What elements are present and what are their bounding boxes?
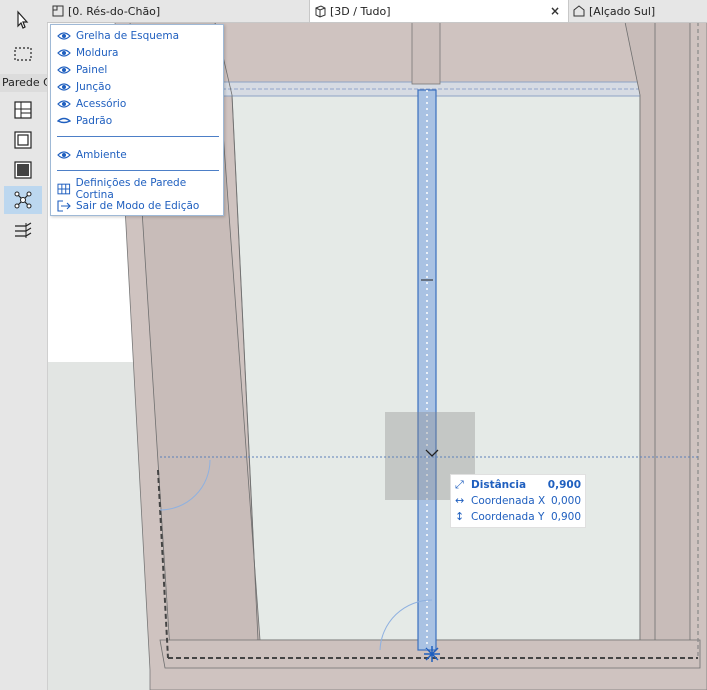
curtain-wall-settings-icon xyxy=(57,183,71,195)
tracker-y-label: Coordenada Y xyxy=(471,510,545,523)
menu-item-label: Acessório xyxy=(76,98,127,110)
menu-item-exit[interactable]: Sair de Modo de Edição xyxy=(57,198,199,214)
menu-item-label: Padrão xyxy=(76,115,113,127)
curtain-wall-scheme-icon[interactable] xyxy=(4,96,42,124)
display-options-menu: Grelha de Esquema Moldura Painel Junção … xyxy=(50,24,224,216)
tracker-x-row: ↔ Coordenada X 0,000 xyxy=(455,493,581,508)
menu-item-label: Grelha de Esquema xyxy=(76,30,180,42)
view-tab-bar: [0. Rés-do-Chão] [3D / Tudo] × [Alçado S… xyxy=(47,0,707,23)
toolbox-group-label: Parede Cortina xyxy=(0,74,47,92)
toolbox: Parede Cortina xyxy=(0,0,48,690)
junction-tool-icon[interactable] xyxy=(4,186,42,214)
eye-icon xyxy=(57,83,71,91)
tracker-x-value[interactable]: 0,000 xyxy=(551,495,581,507)
menu-item-accessory[interactable]: Acessório xyxy=(57,96,126,112)
marquee-tool-icon[interactable] xyxy=(4,40,42,68)
menu-divider xyxy=(57,170,219,171)
eye-icon xyxy=(57,32,71,40)
eye-icon xyxy=(57,66,71,74)
tracker-y-row: ↕ Coordenada Y 0,900 xyxy=(455,509,581,524)
tracker-x-label: Coordenada X xyxy=(471,494,546,507)
menu-item-panel[interactable]: Painel xyxy=(57,62,107,78)
tracker-panel: ⤢ Distância 0,900 ↔ Coordenada X 0,000 ↕… xyxy=(450,474,586,528)
menu-item-frame[interactable]: Moldura xyxy=(57,45,118,61)
menu-item-default[interactable]: Padrão xyxy=(57,113,112,129)
floor-plan-icon xyxy=(52,5,64,17)
menu-item-label: Moldura xyxy=(76,47,119,59)
exit-icon xyxy=(57,200,71,212)
horizontal-arrow-icon: ↔ xyxy=(455,494,465,507)
menu-item-label: Painel xyxy=(76,64,108,76)
menu-item-grid[interactable]: Grelha de Esquema xyxy=(57,28,179,44)
tracker-y-value[interactable]: 0,900 xyxy=(551,511,581,523)
tab-label: [0. Rés-do-Chão] xyxy=(68,4,161,18)
diagonal-arrow-icon: ⤢ xyxy=(455,477,464,491)
menu-item-label: Ambiente xyxy=(76,149,127,161)
eye-icon xyxy=(57,49,71,57)
eye-closed-icon xyxy=(57,117,71,124)
elevation-icon xyxy=(573,5,585,17)
eye-icon xyxy=(57,151,71,159)
tracker-distance-value[interactable]: 0,900 xyxy=(548,479,581,491)
menu-item-label: Junção xyxy=(76,81,112,93)
panel-tool-icon[interactable] xyxy=(4,156,42,184)
tracker-distance-label: Distância xyxy=(471,478,527,491)
eye-icon xyxy=(57,100,71,108)
arrow-tool-icon[interactable] xyxy=(4,6,42,34)
cube-3d-icon xyxy=(315,5,326,18)
accessory-tool-icon[interactable] xyxy=(4,216,42,244)
tab-floor-plan[interactable]: [0. Rés-do-Chão] xyxy=(51,0,311,22)
tab-elevation[interactable]: [Alçado Sul] xyxy=(572,0,707,22)
tab-3d[interactable]: [3D / Tudo] × xyxy=(309,0,569,22)
tab-label: [3D / Tudo] xyxy=(330,4,391,18)
menu-item-label: Sair de Modo de Edição xyxy=(76,200,200,212)
menu-item-settings[interactable]: Definições de Parede Cortina xyxy=(57,177,223,201)
menu-divider xyxy=(57,136,219,137)
close-tab-icon[interactable]: × xyxy=(550,4,560,18)
tracker-distance-row: ⤢ Distância 0,900 xyxy=(455,477,581,492)
vertical-arrow-icon: ↕ xyxy=(455,510,465,523)
menu-item-ambient[interactable]: Ambiente xyxy=(57,147,127,163)
menu-item-junction[interactable]: Junção xyxy=(57,79,111,95)
frame-tool-icon[interactable] xyxy=(4,126,42,154)
tab-label: [Alçado Sul] xyxy=(589,4,656,18)
